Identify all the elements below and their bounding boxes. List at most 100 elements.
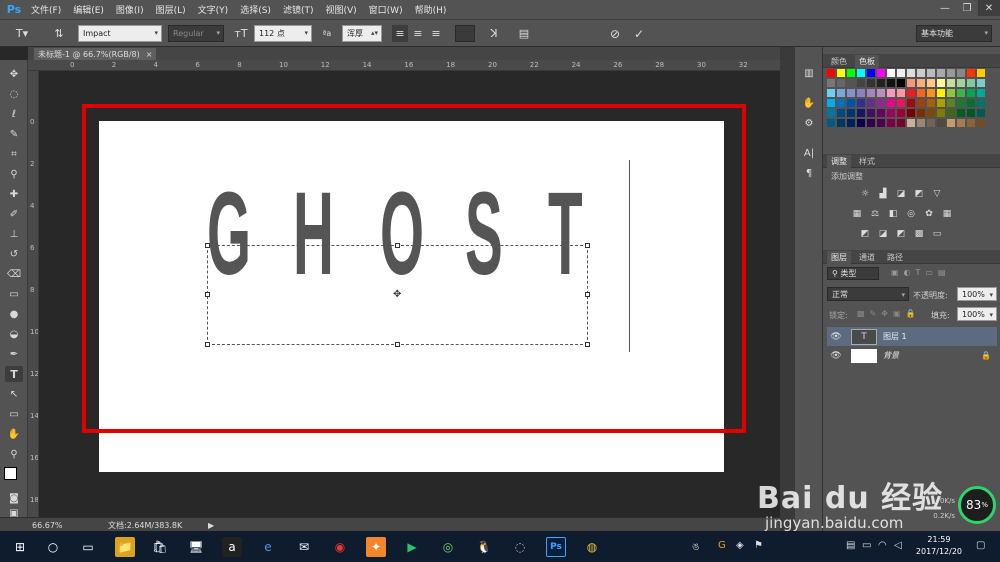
color-swatch[interactable] (977, 99, 985, 107)
dodge-tool-icon[interactable]: ◒ (5, 326, 23, 342)
zoom-level[interactable]: 66.67% (32, 518, 63, 532)
black-white-icon[interactable]: ◧ (887, 208, 899, 219)
color-swatch[interactable] (977, 109, 985, 117)
color-swatch[interactable] (967, 109, 975, 117)
color-swatch[interactable] (967, 99, 975, 107)
tray-icon[interactable]: ◈ (736, 540, 744, 551)
color-swatch[interactable] (837, 119, 845, 127)
tab-color[interactable]: 颜色 (827, 55, 851, 68)
curves-icon[interactable]: ◪ (895, 188, 907, 199)
threshold-icon[interactable]: ◩ (895, 228, 907, 239)
rectangle-tool-icon[interactable]: ▭ (5, 406, 23, 422)
tray-icon[interactable]: ▤ (846, 540, 855, 551)
color-swatch[interactable] (867, 69, 875, 77)
lock-icons[interactable]: ▩✎✥▣🔒 (857, 309, 920, 318)
tab-styles[interactable]: 样式 (855, 155, 879, 168)
app-icon[interactable]: ✦ (366, 537, 386, 557)
color-swatch[interactable] (957, 89, 965, 97)
color-swatch[interactable] (897, 69, 905, 77)
color-swatch[interactable] (937, 89, 945, 97)
notification-icon[interactable]: ▢ (976, 540, 985, 551)
color-lookup-icon[interactable]: ▦ (941, 208, 953, 219)
color-swatch[interactable] (927, 79, 935, 87)
start-button-icon[interactable]: ⊞ (10, 537, 30, 557)
gradient-map-icon[interactable]: ▭ (931, 228, 943, 239)
color-swatch[interactable] (867, 119, 875, 127)
color-swatch[interactable] (837, 109, 845, 117)
color-swatch[interactable] (837, 69, 845, 77)
color-swatch[interactable] (877, 119, 885, 127)
menu-select[interactable]: 选择(S) (234, 3, 277, 16)
file-explorer-icon[interactable]: 📁 (115, 537, 135, 557)
properties-panel-icon[interactable]: ⚙ (801, 115, 817, 131)
restore-button[interactable]: ❐ (956, 0, 978, 16)
color-swatch[interactable] (917, 69, 925, 77)
minimize-button[interactable]: — (934, 0, 956, 16)
levels-icon[interactable]: ▟ (877, 188, 889, 199)
color-swatch[interactable] (917, 79, 925, 87)
channel-mixer-icon[interactable]: ✿ (923, 208, 935, 219)
invert-icon[interactable]: ◩ (859, 228, 871, 239)
tab-adjustments[interactable]: 调整 (827, 155, 851, 168)
color-swatch[interactable] (847, 69, 855, 77)
healing-brush-tool-icon[interactable]: ✚ (5, 186, 23, 202)
color-balance-icon[interactable]: ⚖ (869, 208, 881, 219)
color-swatch[interactable] (827, 89, 835, 97)
color-swatch[interactable] (877, 109, 885, 117)
actions-panel-icon[interactable]: ✋ (801, 95, 817, 111)
history-panel-icon[interactable]: ▥ (801, 65, 817, 81)
menu-file[interactable]: 文件(F) (25, 3, 67, 16)
color-swatch[interactable] (867, 89, 875, 97)
commit-edit-icon[interactable]: ✓ (630, 25, 648, 42)
mail-icon[interactable]: ✉ (294, 537, 314, 557)
type-tool-icon[interactable]: T (5, 366, 23, 382)
color-swatch[interactable] (907, 69, 915, 77)
antialias-select[interactable]: 浑厚 ▴▾ (342, 25, 382, 42)
color-swatch[interactable] (847, 79, 855, 87)
type-tool-preset-icon[interactable]: T▾ (10, 25, 34, 42)
color-swatch[interactable] (917, 99, 925, 107)
color-swatch[interactable] (897, 79, 905, 87)
menu-image[interactable]: 图像(I) (110, 3, 150, 16)
menu-type[interactable]: 文字(Y) (192, 3, 235, 16)
color-swatch[interactable] (847, 109, 855, 117)
color-swatch[interactable] (877, 89, 885, 97)
color-swatch[interactable] (967, 79, 975, 87)
color-swatch[interactable] (907, 99, 915, 107)
color-swatch[interactable] (877, 79, 885, 87)
color-swatch[interactable] (857, 109, 865, 117)
color-swatch[interactable] (887, 119, 895, 127)
color-swatch[interactable] (947, 69, 955, 77)
color-swatch[interactable] (857, 119, 865, 127)
tray-icon[interactable]: ▭ (862, 540, 871, 551)
color-swatch[interactable] (947, 109, 955, 117)
color-swatch[interactable] (837, 79, 845, 87)
quick-mask-icon[interactable]: ◙ (5, 490, 23, 506)
color-swatch[interactable] (887, 109, 895, 117)
color-swatch[interactable] (927, 99, 935, 107)
tray-icon[interactable]: ⚑ (754, 540, 763, 551)
color-swatch[interactable] (967, 119, 975, 127)
eraser-tool-icon[interactable]: ⌫ (5, 266, 23, 282)
system-clock[interactable]: 21:59 2017/12/20 (916, 534, 962, 558)
align-center-icon[interactable]: ≡ (410, 25, 426, 42)
volume-icon[interactable]: ◁ (894, 540, 902, 551)
close-button[interactable]: ✕ (978, 0, 1000, 16)
color-swatch[interactable] (827, 99, 835, 107)
menu-edit[interactable]: 编辑(E) (67, 3, 110, 16)
font-family-select[interactable]: Impact ▾ (78, 25, 162, 42)
color-swatch[interactable] (827, 79, 835, 87)
visibility-eye-icon[interactable]: 👁 (827, 351, 845, 361)
layer-filter-select[interactable]: ⚲ 类型 (827, 267, 879, 280)
color-swatch[interactable] (847, 89, 855, 97)
clone-stamp-tool-icon[interactable]: ⊥ (5, 226, 23, 242)
vibrance-icon[interactable]: ▽ (931, 188, 943, 199)
layer-name[interactable]: 背景 (883, 350, 899, 361)
color-swatch[interactable] (887, 89, 895, 97)
color-swatch[interactable] (857, 69, 865, 77)
color-swatch[interactable] (827, 109, 835, 117)
menu-layer[interactable]: 图层(L) (150, 3, 192, 16)
color-swatch[interactable] (867, 109, 875, 117)
menu-view[interactable]: 视图(V) (319, 3, 362, 16)
foreground-color-swatch[interactable] (4, 467, 17, 480)
